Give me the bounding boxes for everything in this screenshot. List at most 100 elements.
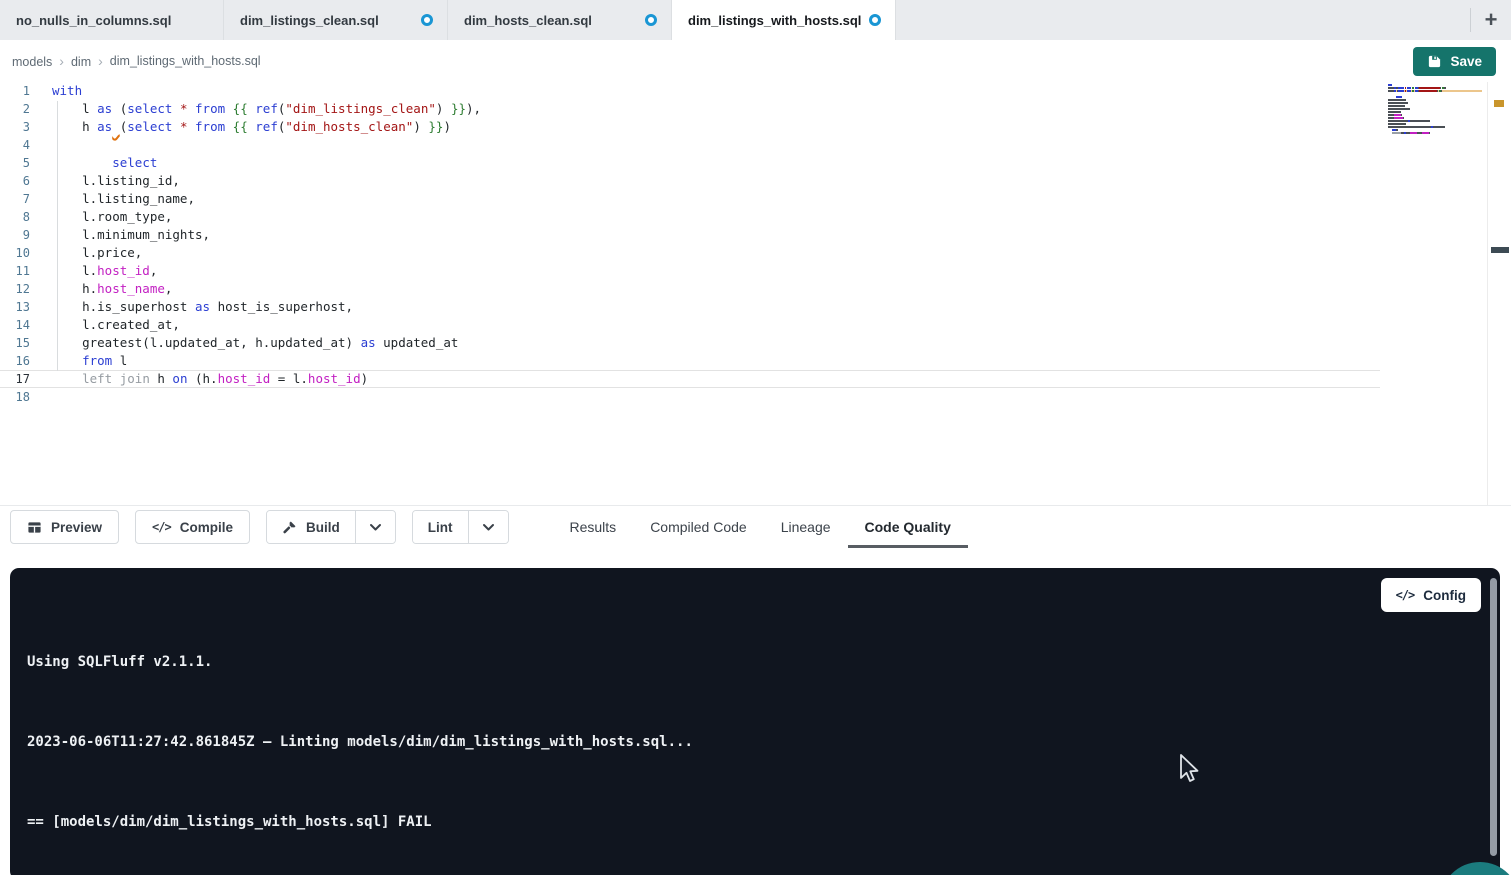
- config-button-label: Config: [1423, 588, 1466, 603]
- line-number: 3: [0, 118, 30, 136]
- file-tab[interactable]: dim_listings_with_hosts.sql: [672, 0, 896, 40]
- build-button-group: Build: [266, 510, 396, 544]
- lint-output-terminal: Using SQLFluff v2.1.1. 2023-06-06T11:27:…: [10, 568, 1500, 875]
- code-line[interactable]: 17 left join h on (h.host_id = l.host_id…: [0, 370, 1380, 388]
- code-line[interactable]: 7 l.listing_name,: [0, 190, 1511, 208]
- save-button[interactable]: Save: [1413, 47, 1496, 76]
- code-line[interactable]: 5 select: [0, 154, 1511, 172]
- code-line-text: l.listing_id,: [30, 172, 180, 190]
- code-line-text: with: [30, 82, 82, 100]
- file-header-row: models dim dim_listings_with_hosts.sql S…: [0, 40, 1511, 82]
- line-number: 8: [0, 208, 30, 226]
- panel-tab-label: Lineage: [781, 519, 831, 535]
- terminal-scrollbar[interactable]: [1490, 578, 1497, 856]
- line-number: 1: [0, 82, 30, 100]
- breadcrumb: models dim dim_listings_with_hosts.sql: [12, 53, 261, 69]
- build-button[interactable]: Build: [267, 511, 355, 543]
- build-button-label: Build: [306, 520, 340, 535]
- code-line-text: [30, 136, 52, 154]
- panel-tab[interactable]: Code Quality: [848, 506, 968, 548]
- tabbar-spacer: [896, 0, 1470, 40]
- overview-ruler-warning-marker: [1494, 100, 1504, 107]
- code-line-text: l.listing_name,: [30, 190, 195, 208]
- breadcrumb-item[interactable]: dim_listings_with_hosts.sql: [110, 54, 261, 68]
- code-icon: </>: [1396, 588, 1415, 602]
- code-line-text: l.room_type,: [30, 208, 172, 226]
- build-dropdown-button[interactable]: [355, 511, 395, 543]
- save-icon: [1427, 54, 1442, 69]
- hammer-icon: [282, 520, 297, 535]
- breadcrumb-item[interactable]: dim: [71, 53, 110, 69]
- result-panel-tabs: Results Compiled Code Lineage Code Quali…: [553, 506, 968, 548]
- file-tab[interactable]: dim_hosts_clean.sql: [448, 0, 672, 40]
- panel-tab-label: Results: [570, 519, 617, 535]
- preview-button-label: Preview: [51, 520, 102, 535]
- panel-tab[interactable]: Lineage: [764, 506, 848, 548]
- terminal-output: Using SQLFluff v2.1.1. 2023-06-06T11:27:…: [10, 568, 1500, 875]
- code-line[interactable]: 9 l.minimum_nights,: [0, 226, 1511, 244]
- file-tab-label: dim_hosts_clean.sql: [464, 13, 592, 28]
- line-number: 5: [0, 154, 30, 172]
- terminal-line: 2023-06-06T11:27:42.861845Z — Linting mo…: [27, 732, 1500, 752]
- panel-tab[interactable]: Compiled Code: [633, 506, 764, 548]
- code-line-text: h.is_superhost as host_is_superhost,: [30, 298, 353, 316]
- lint-button[interactable]: Lint: [413, 511, 468, 543]
- code-line[interactable]: 14 l.created_at,: [0, 316, 1511, 334]
- unsaved-indicator-dot: [421, 14, 433, 26]
- code-line[interactable]: 3 h as (select * from {{ ref("dim_hosts_…: [0, 118, 1511, 136]
- code-line-text: l.created_at,: [30, 316, 180, 334]
- unsaved-indicator-dot: [869, 14, 881, 26]
- line-number: 11: [0, 262, 30, 280]
- code-line[interactable]: 4: [0, 136, 1511, 154]
- code-line-text: select: [30, 154, 157, 172]
- code-line[interactable]: 13 h.is_superhost as host_is_superhost,: [0, 298, 1511, 316]
- line-number: 17: [0, 370, 30, 388]
- code-line[interactable]: 16 from l: [0, 352, 1511, 370]
- action-toolbar: Preview </> Compile Build Lint: [0, 506, 1511, 548]
- file-tab[interactable]: no_nulls_in_columns.sql: [0, 0, 224, 40]
- code-line[interactable]: 11 l.host_id,: [0, 262, 1511, 280]
- line-number: 15: [0, 334, 30, 352]
- minimap[interactable]: [1388, 84, 1482, 138]
- overview-ruler-cursor-marker: [1491, 247, 1509, 253]
- compile-button[interactable]: </> Compile: [135, 510, 250, 544]
- file-tab[interactable]: dim_listings_clean.sql: [224, 0, 448, 40]
- config-button[interactable]: </> Config: [1381, 578, 1481, 612]
- line-number: 16: [0, 352, 30, 370]
- code-line-text: h.host_name,: [30, 280, 172, 298]
- panel-tab-label: Compiled Code: [650, 519, 747, 535]
- save-button-label: Save: [1450, 54, 1482, 69]
- line-number: 13: [0, 298, 30, 316]
- code-line-text: l.host_id,: [30, 262, 157, 280]
- code-line[interactable]: 12 h.host_name,: [0, 280, 1511, 298]
- preview-button[interactable]: Preview: [10, 510, 119, 544]
- new-tab-button[interactable]: +: [1471, 0, 1511, 40]
- editor-tab-bar: no_nulls_in_columns.sql dim_listings_cle…: [0, 0, 1511, 40]
- line-number: 7: [0, 190, 30, 208]
- code-line-text: greatest(l.updated_at, h.updated_at) as …: [30, 334, 458, 352]
- code-line[interactable]: 15 greatest(l.updated_at, h.updated_at) …: [0, 334, 1511, 352]
- compile-button-label: Compile: [180, 520, 233, 535]
- code-line[interactable]: 2 l as (select * from {{ ref("dim_listin…: [0, 100, 1511, 118]
- panel-tab-label: Code Quality: [865, 519, 951, 535]
- code-line[interactable]: 6 l.listing_id,: [0, 172, 1511, 190]
- overview-ruler[interactable]: [1487, 82, 1511, 505]
- lint-button-label: Lint: [428, 520, 453, 535]
- indent-guide: [57, 101, 58, 371]
- code-line[interactable]: 10 l.price,: [0, 244, 1511, 262]
- file-tab-label: dim_listings_with_hosts.sql: [688, 13, 861, 28]
- code-line[interactable]: 18: [0, 388, 1511, 406]
- lint-dropdown-button[interactable]: [468, 511, 508, 543]
- panel-tab[interactable]: Results: [553, 506, 634, 548]
- breadcrumb-item[interactable]: models: [12, 53, 71, 69]
- code-icon: </>: [152, 520, 171, 534]
- file-tab-label: dim_listings_clean.sql: [240, 13, 379, 28]
- code-line-text: l as (select * from {{ ref("dim_listings…: [30, 100, 481, 118]
- code-line[interactable]: 8 l.room_type,: [0, 208, 1511, 226]
- terminal-line: Using SQLFluff v2.1.1.: [27, 652, 1500, 672]
- chevron-down-icon: [369, 523, 382, 532]
- code-editor[interactable]: 1 with 2 l as (select * from {{ ref("dim…: [0, 82, 1511, 506]
- table-icon: [27, 520, 42, 535]
- code-line-text: h as (select * from {{ ref("dim_hosts_cl…: [30, 118, 451, 136]
- code-line[interactable]: 1 with: [0, 82, 1511, 100]
